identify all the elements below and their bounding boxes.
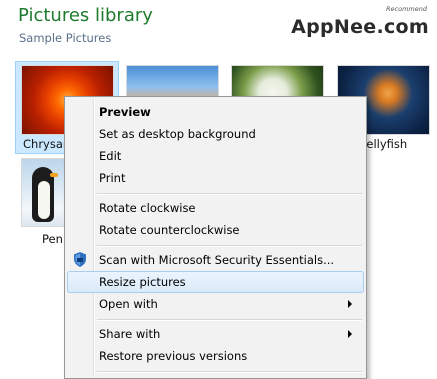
- thumbnail-penguins[interactable]: [22, 159, 68, 226]
- menu-item-scan-security-essentials[interactable]: Scan with Microsoft Security Essentials.…: [67, 249, 364, 271]
- caption-jellyfish[interactable]: Jellyfish: [363, 137, 407, 151]
- submenu-arrow-icon: [348, 300, 352, 308]
- menu-item-preview[interactable]: Preview: [67, 101, 364, 123]
- menu-separator: [97, 319, 362, 321]
- submenu-arrow-icon: [348, 330, 352, 338]
- menu-item-rotate-counterclockwise[interactable]: Rotate counterclockwise: [67, 219, 364, 241]
- penguin-belly: [38, 181, 50, 219]
- menu-item-share-with[interactable]: Share with: [67, 323, 364, 345]
- security-shield-icon: [74, 252, 86, 267]
- watermark-tag: Recommend: [386, 5, 427, 13]
- menu-item-set-desktop-background[interactable]: Set as desktop background: [67, 123, 364, 145]
- watermark-text: AppNee.com: [291, 16, 429, 38]
- menu-item-print[interactable]: Print: [67, 167, 364, 189]
- menu-item-label: Share with: [99, 327, 161, 341]
- menu-separator: [97, 193, 362, 195]
- library-title: Pictures library: [18, 5, 153, 26]
- caption-penguins[interactable]: Pen: [42, 232, 63, 246]
- menu-item-label: Scan with Microsoft Security Essentials.…: [99, 253, 335, 267]
- menu-separator: [97, 371, 362, 373]
- library-subtitle[interactable]: Sample Pictures: [19, 31, 111, 45]
- menu-item-resize-pictures[interactable]: Resize pictures: [67, 271, 364, 293]
- menu-separator: [97, 245, 362, 247]
- menu-item-open-with[interactable]: Open with: [67, 293, 364, 315]
- menu-item-rotate-clockwise[interactable]: Rotate clockwise: [67, 197, 364, 219]
- menu-item-label: Open with: [99, 297, 158, 311]
- penguin-beak: [50, 173, 58, 177]
- context-menu: Preview Set as desktop background Edit P…: [64, 96, 367, 379]
- menu-item-restore-previous-versions[interactable]: Restore previous versions: [67, 345, 364, 367]
- menu-item-edit[interactable]: Edit: [67, 145, 364, 167]
